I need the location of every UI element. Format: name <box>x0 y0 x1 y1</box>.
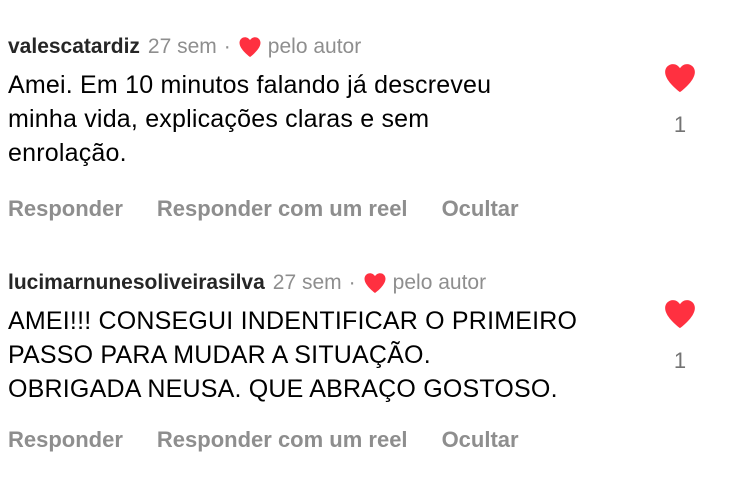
reply-with-reel-button[interactable]: Responder com um reel <box>157 196 408 222</box>
comment-username[interactable]: lucimarnunesoliveirasilva <box>8 270 265 296</box>
comment-text: AMEI!!! CONSEGUI INDENTIFICAR O PRIMEIRO… <box>8 307 578 403</box>
reply-button[interactable]: Responder <box>8 427 123 453</box>
hide-button[interactable]: Ocultar <box>442 427 519 453</box>
comment-meta: lucimarnunesoliveirasilva 27 sem · pelo … <box>8 270 724 296</box>
comment: lucimarnunesoliveirasilva 27 sem · pelo … <box>8 270 724 453</box>
author-liked-heart-icon <box>364 273 386 293</box>
heart-filled-icon[interactable] <box>663 298 697 330</box>
comment-username[interactable]: valescatardiz <box>8 34 140 60</box>
hide-button[interactable]: Ocultar <box>442 196 519 222</box>
reply-with-reel-button[interactable]: Responder com um reel <box>157 427 408 453</box>
reply-button[interactable]: Responder <box>8 196 123 222</box>
like-column: 1 <box>660 298 700 374</box>
liked-by-author-label: pelo autor <box>392 271 487 294</box>
heart-filled-icon[interactable] <box>663 62 697 94</box>
like-count: 1 <box>673 348 687 373</box>
comment-text: Amei. Em 10 minutos falando já descreveu… <box>8 71 492 167</box>
like-count: 1 <box>673 112 687 137</box>
comment-timestamp: 27 sem <box>272 271 342 294</box>
comment-timestamp: 27 sem <box>147 35 217 58</box>
comment-meta: valescatardiz 27 sem · pelo autor <box>8 34 724 60</box>
like-column: 1 <box>660 62 700 138</box>
comment-actions: Responder Responder com um reel Ocultar <box>8 427 724 453</box>
author-liked-heart-icon <box>239 37 261 57</box>
comment: valescatardiz 27 sem · pelo autor Amei. … <box>8 34 724 222</box>
comment-actions: Responder Responder com um reel Ocultar <box>8 196 724 222</box>
liked-by-author-label: pelo autor <box>267 35 362 58</box>
meta-separator: · <box>223 35 231 58</box>
meta-separator: · <box>348 271 356 294</box>
